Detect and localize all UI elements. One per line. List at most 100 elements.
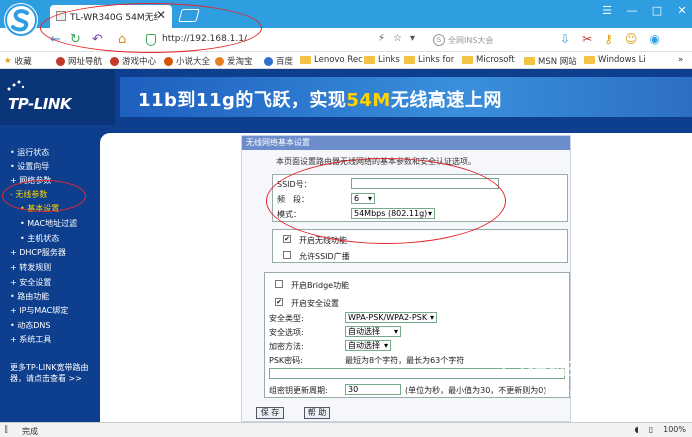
sidebar-item-dhcp[interactable]: + DHCP服务器 — [10, 247, 66, 258]
home-icon[interactable]: ⌂ — [118, 32, 126, 47]
bookmark-item[interactable]: 爱淘宝 — [215, 55, 253, 67]
bookmark-item[interactable]: Windows Li — [584, 55, 646, 65]
user-icon[interactable]: ◉ — [649, 32, 659, 46]
browser-tab[interactable]: TL-WR340G 54M无线宽 ✕ — [50, 5, 172, 28]
minimize-button[interactable]: — — [626, 4, 638, 17]
dropdown-icon[interactable]: ▾ — [410, 33, 415, 44]
lightning-icon[interactable]: ⚡ — [378, 33, 385, 44]
sidebar-item-security[interactable]: + 安全设置 — [10, 277, 51, 288]
ssid-input[interactable] — [351, 178, 499, 189]
back-icon[interactable]: ← — [50, 32, 61, 47]
status-text: 完成 — [22, 427, 38, 436]
folder-icon — [364, 56, 375, 64]
maximize-button[interactable]: □ — [651, 4, 663, 17]
bookmark-item[interactable]: 小说大全 — [164, 55, 210, 67]
bookmark-item[interactable]: MSN 网站 — [524, 55, 577, 67]
slogan-strip: 11b到11g的飞跃，实现54M无线高速上网 — [120, 77, 692, 117]
psk-label: PSK密码: — [269, 356, 303, 365]
book-icon — [164, 56, 173, 66]
sidebar-item-basic-settings[interactable]: • 基本设置 — [20, 203, 59, 214]
bookmarks-more-button[interactable]: » — [678, 55, 683, 65]
sidebar-item-forwarding[interactable]: + 转发规则 — [10, 262, 51, 273]
scissors-icon[interactable]: ✂ — [582, 32, 592, 46]
ssid-broadcast-checkbox[interactable] — [283, 251, 291, 259]
sidebar-item-ddns[interactable]: • 动态DNS — [10, 320, 50, 331]
tab-title: TL-WR340G 54M无线宽 — [70, 13, 158, 23]
bookmark-item[interactable]: Lenovo Rec — [300, 55, 363, 65]
security-group: 开启Bridge功能 开启安全设置 安全类型: WPA-PSK/WPA2-PSK… — [264, 272, 570, 398]
psk-hint: 最短为8个字符，最长为63个字符 — [345, 356, 465, 365]
bookmark-item[interactable]: ★ 收藏 — [4, 55, 32, 67]
save-button[interactable]: 保 存 — [256, 407, 284, 419]
sidebar-item-routing[interactable]: • 路由功能 — [10, 291, 49, 302]
bookmark-item[interactable]: Microsoft — [462, 55, 515, 65]
menu-icon[interactable]: ☰ — [601, 4, 613, 17]
watermark-subtext: zhinan.sogou.com — [540, 388, 613, 397]
security-option-select[interactable]: 自动选择 — [345, 326, 401, 337]
sidebar-toggle-icon[interactable]: ⫿ — [5, 425, 8, 435]
sidebar-item-host-status[interactable]: • 主机状态 — [20, 233, 59, 244]
security-type-select[interactable]: WPA-PSK/WPA2-PSK — [345, 312, 437, 323]
wireless-settings-panel: 无线网络基本设置 本页面设置路由器无线网络的基本参数和安全认证选项。 SSID号… — [241, 135, 571, 422]
watermark-text: 搜狗指南 — [528, 355, 608, 379]
key-icon[interactable]: ⚷ — [604, 32, 613, 46]
globe-icon — [56, 56, 65, 66]
page-favicon-icon — [56, 11, 66, 21]
sidebar-item-wizard[interactable]: • 设置向导 — [10, 161, 49, 172]
page-icon[interactable]: ▯ — [649, 425, 653, 434]
tab-close-icon[interactable]: ✕ — [156, 8, 166, 22]
encryption-select[interactable]: 自动选择 — [345, 340, 391, 351]
smiley-icon[interactable]: ☺ — [625, 32, 638, 46]
group-key-renew-label: 组密钥更新周期: — [269, 386, 328, 395]
speaker-icon[interactable]: ◖ — [635, 425, 639, 434]
folder-icon — [462, 56, 473, 64]
baidu-icon — [264, 56, 273, 66]
zoom-level[interactable]: 100% — [663, 425, 686, 434]
help-button[interactable]: 帮 助 — [304, 407, 330, 419]
enable-wireless-checkbox[interactable] — [283, 235, 291, 243]
group-key-renew-input[interactable]: 30 — [345, 384, 401, 395]
new-tab-button[interactable] — [178, 9, 200, 22]
enable-security-checkbox[interactable] — [275, 298, 283, 306]
enable-security-label: 开启安全设置 — [291, 299, 339, 308]
address-bar[interactable]: http://192.168.1.1/ — [140, 31, 410, 49]
more-products-link[interactable]: 更多TP-LINK宽带路由 器，请点击查看 >> — [10, 362, 100, 384]
mode-select[interactable]: 54Mbps (802.11g) — [351, 208, 435, 219]
channel-select[interactable]: 6 — [351, 193, 375, 204]
bookmark-item[interactable]: 游戏中心 — [110, 55, 156, 67]
router-banner: TP-LINK 11b到11g的飞跃，实现54M无线高速上网 — [0, 69, 692, 125]
bookmark-item[interactable]: 百度 — [264, 55, 293, 67]
brand-name: TP-LINK — [8, 95, 72, 113]
group-key-renew-hint: (单位为秒，最小值为30，不更新则为0) — [405, 386, 547, 395]
undo-icon[interactable]: ↶ — [92, 32, 103, 47]
ssid-broadcast-label: 允许SSID广播 — [299, 252, 350, 261]
slogan: 11b到11g的飞跃，实现54M无线高速上网 — [138, 90, 502, 111]
bookmark-star-icon[interactable]: ☆ — [393, 33, 402, 44]
download-icon[interactable]: ⇩ — [560, 32, 570, 46]
security-type-label: 安全类型: — [269, 314, 304, 323]
security-shield-icon — [146, 34, 156, 46]
navigation-bar: ← ↻ ↶ ⌂ http://192.168.1.1/ ⚡ ☆ ▾ S 全网IN… — [0, 28, 692, 52]
sidebar-item-mac-filter[interactable]: • MAC地址过滤 — [20, 218, 77, 229]
bookmark-item[interactable]: 网址导航 — [56, 55, 102, 67]
bridge-checkbox[interactable] — [275, 280, 283, 288]
basic-params-group: SSID号： 频 段： 6 模式： 54Mbps (802.11g) — [272, 174, 568, 222]
sidebar-item-wireless[interactable]: - 无线参数 — [10, 189, 47, 200]
bookmark-item[interactable]: Links for — [404, 55, 454, 65]
search-engine-icon: S — [433, 34, 445, 46]
refresh-icon[interactable]: ↻ — [70, 32, 81, 47]
watermark-logo-icon — [500, 348, 526, 374]
wireless-toggle-group: 开启无线功能 允许SSID广播 — [272, 229, 568, 263]
search-placeholder: 全网INS大会 — [448, 36, 494, 45]
sidebar-item-system-tools[interactable]: + 系统工具 — [10, 334, 51, 345]
sidebar-item-ip-mac-binding[interactable]: + IP与MAC绑定 — [10, 305, 68, 316]
window-controls: ☰ — □ ✕ — [601, 4, 688, 17]
search-box[interactable]: S 全网INS大会 — [430, 33, 546, 48]
bookmark-item[interactable]: Links — [364, 55, 400, 65]
folder-icon — [404, 56, 415, 64]
sidebar-item-status[interactable]: • 运行状态 — [10, 147, 49, 158]
browser-logo-icon — [4, 3, 38, 37]
shop-icon — [215, 56, 224, 66]
close-window-button[interactable]: ✕ — [676, 4, 688, 17]
sidebar-item-network[interactable]: + 网络参数 — [10, 175, 51, 186]
